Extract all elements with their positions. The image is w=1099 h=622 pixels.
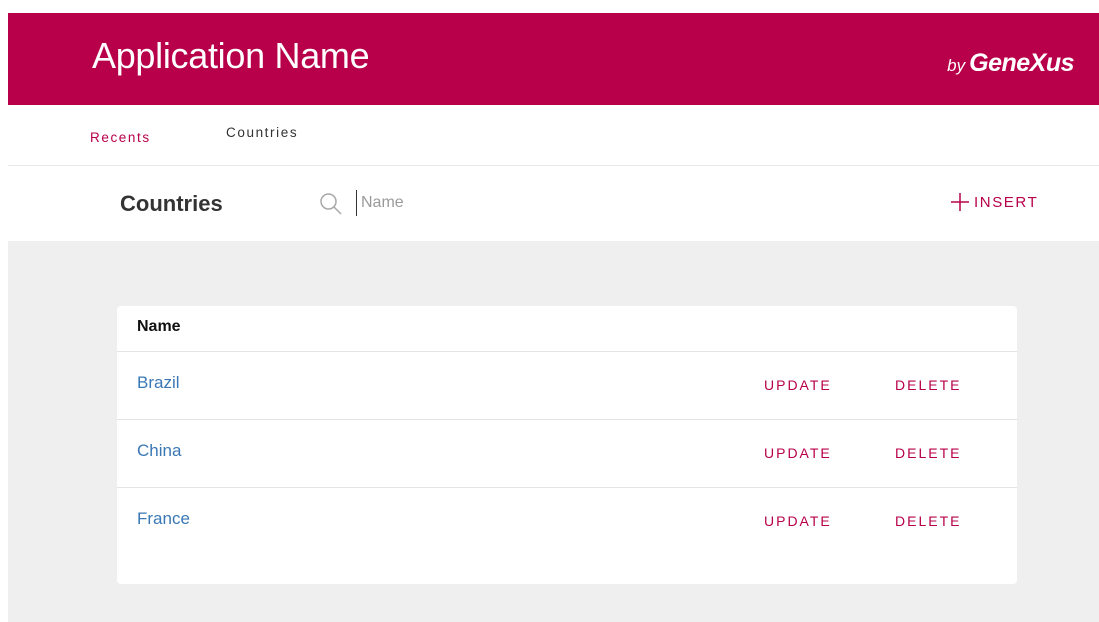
plus-icon bbox=[951, 193, 969, 211]
table-row: France UPDATE DELETE bbox=[117, 488, 1017, 556]
app-header: Application Name by GeneXus bbox=[8, 13, 1099, 105]
search-icon bbox=[320, 193, 342, 215]
breadcrumb-recents-link[interactable]: Recents bbox=[90, 130, 151, 145]
delete-button[interactable]: DELETE bbox=[895, 445, 961, 461]
countries-grid: Name Brazil UPDATE DELETE China UPDATE D… bbox=[117, 306, 1017, 584]
brand-name: GeneXus bbox=[969, 49, 1074, 77]
update-button[interactable]: UPDATE bbox=[764, 445, 832, 461]
grid-header-row: Name bbox=[117, 306, 1017, 352]
country-name-link[interactable]: Brazil bbox=[137, 373, 180, 393]
delete-button[interactable]: DELETE bbox=[895, 513, 961, 529]
breadcrumb-current-page: Countries bbox=[226, 125, 299, 140]
content-area: Name Brazil UPDATE DELETE China UPDATE D… bbox=[8, 241, 1099, 622]
table-row: Brazil UPDATE DELETE bbox=[117, 352, 1017, 420]
brand-prefix: by bbox=[947, 56, 966, 75]
table-row: China UPDATE DELETE bbox=[117, 420, 1017, 488]
insert-button-label: INSERT bbox=[974, 193, 1039, 211]
country-name-link[interactable]: France bbox=[137, 509, 190, 529]
page-title: Countries bbox=[120, 191, 223, 216]
delete-button[interactable]: DELETE bbox=[895, 377, 961, 393]
country-name-link[interactable]: China bbox=[137, 441, 181, 461]
search-input[interactable] bbox=[356, 190, 556, 216]
column-header-name: Name bbox=[137, 318, 181, 335]
app-window: Application Name by GeneXus Recents Count… bbox=[0, 0, 1099, 622]
update-button[interactable]: UPDATE bbox=[764, 513, 832, 529]
page-toolbar: Countries INSERT bbox=[8, 166, 1099, 241]
update-button[interactable]: UPDATE bbox=[764, 377, 832, 393]
app-title: Application Name bbox=[92, 35, 370, 76]
brand-logo: by GeneXus bbox=[947, 49, 1074, 78]
insert-button[interactable]: INSERT bbox=[950, 188, 1038, 216]
